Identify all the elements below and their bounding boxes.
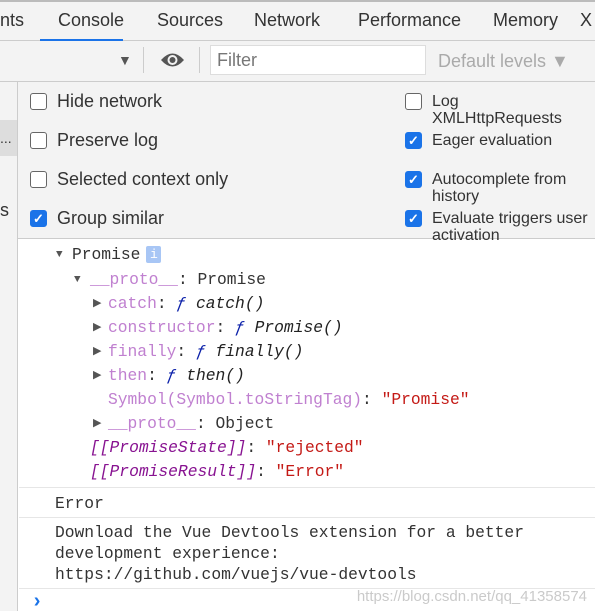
vue-devtools-link[interactable]: https://github.com/vuejs/vue-devtools (55, 564, 417, 588)
console-settings-pane: Hide network Preserve log Selected context… (18, 82, 595, 244)
console-sidebar: ... s (0, 82, 18, 611)
collapse-arrow-icon[interactable]: ▶ (93, 364, 101, 388)
eye-icon[interactable] (160, 51, 185, 69)
info-icon[interactable]: i (146, 246, 162, 264)
message-divider (19, 517, 595, 518)
collapse-arrow-icon[interactable]: ▶ (93, 292, 101, 316)
method-then[interactable]: then: ƒ then() (108, 364, 245, 388)
proto-object-property[interactable]: __proto__: Object (108, 412, 274, 436)
setting-group-similar[interactable]: ✓ Group similar (30, 208, 164, 229)
promise-result: [[PromiseResult]]: "Error" (90, 462, 345, 481)
console-toolbar: ▼ Default levels ▼ (0, 41, 595, 82)
checkbox[interactable]: ✓ (405, 132, 422, 149)
tab-console[interactable]: Console (58, 10, 124, 31)
sidebar-item-selected[interactable]: ... (0, 120, 17, 156)
setting-label: Log XMLHttpRequests (432, 93, 562, 127)
collapse-arrow-icon[interactable]: ▶ (93, 340, 101, 364)
proto-property[interactable]: __proto__: Promise (90, 268, 266, 292)
method-constructor[interactable]: constructor: ƒ Promise() (108, 316, 343, 340)
divider (143, 47, 144, 73)
tab-more[interactable]: X (580, 10, 592, 31)
collapse-arrow-icon[interactable]: ▶ (93, 412, 101, 436)
setting-label: Autocomplete from history (432, 171, 567, 205)
collapse-arrow-icon[interactable]: ▶ (93, 316, 101, 340)
promise-entry[interactable]: Promise i (72, 243, 162, 267)
method-catch[interactable]: catch: ƒ catch() (108, 292, 264, 316)
error-message: Error (55, 494, 104, 513)
prompt-chevron-icon[interactable]: › (31, 591, 43, 615)
checkbox[interactable]: ✓ (405, 210, 422, 227)
context-dropdown-icon[interactable]: ▼ (118, 52, 132, 68)
tab-network[interactable]: Network (254, 10, 320, 31)
setting-autocomplete-from-history[interactable]: ✓ Autocomplete from history (405, 171, 593, 205)
setting-log-xmlhttprequests[interactable]: Log XMLHttpRequests (405, 93, 593, 127)
symbol-property: Symbol(Symbol.toStringTag): "Promise" (108, 390, 470, 409)
panel-tabbar: nts Console Sources Network Performance … (0, 0, 595, 42)
filter-input[interactable] (210, 45, 426, 75)
log-levels-dropdown[interactable]: Default levels ▼ (438, 51, 569, 72)
divider (199, 47, 200, 73)
checkbox[interactable] (30, 93, 47, 110)
checkbox[interactable]: ✓ (405, 171, 422, 188)
checkbox[interactable]: ✓ (30, 210, 47, 227)
tab-elements[interactable]: nts (0, 10, 24, 31)
tab-memory[interactable]: Memory (493, 10, 558, 31)
checkbox[interactable] (30, 171, 47, 188)
checkbox[interactable] (30, 132, 47, 149)
object-label: Promise (72, 245, 141, 264)
expand-arrow-icon[interactable]: ▼ (74, 268, 81, 292)
setting-label: Hide network (57, 91, 163, 111)
method-finally[interactable]: finally: ƒ finally() (108, 340, 303, 364)
setting-eager-evaluation[interactable]: ✓ Eager evaluation (405, 132, 593, 149)
message-divider (19, 487, 595, 488)
setting-label: Selected context only (57, 169, 229, 189)
expand-arrow-icon[interactable]: ▼ (56, 243, 63, 267)
setting-label: Group similar (57, 208, 165, 228)
checkbox[interactable] (405, 93, 422, 110)
promise-state: [[PromiseState]]: "rejected" (90, 438, 364, 457)
setting-label: Preserve log (57, 130, 159, 150)
setting-hide-network[interactable]: Hide network (30, 91, 162, 112)
watermark: https://blog.csdn.net/qq_41358574 (356, 588, 587, 605)
setting-selected-context-only[interactable]: Selected context only (30, 169, 228, 190)
console-output: ▼ Promise i ▼ __proto__: Promise ▶ catch: … (19, 239, 595, 614)
setting-preserve-log[interactable]: Preserve log (30, 130, 158, 151)
sidebar-item[interactable]: s (0, 200, 9, 221)
setting-label: Eager evaluation (432, 132, 553, 149)
tab-sources[interactable]: Sources (157, 10, 223, 31)
tab-performance[interactable]: Performance (358, 10, 461, 31)
